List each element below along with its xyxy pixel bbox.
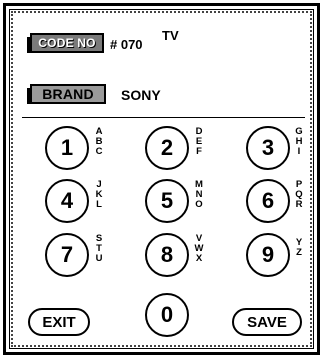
device-type: TV	[162, 28, 179, 43]
key-3-digit: 3	[261, 135, 275, 160]
key-0-digit: 0	[160, 302, 174, 327]
key-6[interactable]: 6	[246, 179, 290, 223]
code-number-value: # 070	[110, 37, 143, 52]
key-2-letters: DEF	[195, 126, 203, 157]
key-2[interactable]: 2	[145, 126, 189, 170]
key-9-digit: 9	[261, 242, 275, 267]
key-8-letters: VWX	[194, 233, 204, 264]
key-3[interactable]: 3	[246, 126, 290, 170]
key-2-digit: 2	[160, 135, 174, 160]
key-3-letters: GHI	[295, 126, 303, 157]
key-4-digit: 4	[60, 188, 74, 213]
exit-button[interactable]: EXIT	[28, 308, 90, 336]
key-9-letters: YZ	[295, 237, 303, 258]
key-7[interactable]: 7	[45, 233, 89, 277]
key-1-letters: ABC	[95, 126, 103, 157]
key-5[interactable]: 5	[145, 179, 189, 223]
save-button-label: SAVE	[247, 313, 287, 331]
key-6-letters: PQR	[295, 179, 303, 210]
code-number-label-text: CODE NO	[38, 36, 96, 50]
brand-value: SONY	[121, 87, 161, 103]
key-1[interactable]: 1	[45, 126, 89, 170]
brand-label-text: BRAND	[42, 86, 94, 102]
key-6-digit: 6	[261, 188, 275, 213]
key-5-digit: 5	[160, 188, 174, 213]
key-0[interactable]: 0	[145, 293, 189, 337]
key-1-digit: 1	[60, 135, 74, 160]
divider	[22, 117, 305, 118]
key-7-letters: STU	[95, 233, 103, 264]
key-8-digit: 8	[160, 242, 174, 267]
key-9[interactable]: 9	[246, 233, 290, 277]
key-7-digit: 7	[60, 242, 74, 267]
key-4[interactable]: 4	[45, 179, 89, 223]
save-button[interactable]: SAVE	[232, 308, 302, 336]
exit-button-label: EXIT	[42, 313, 76, 331]
key-8[interactable]: 8	[145, 233, 189, 277]
code-number-label: CODE NO	[27, 33, 104, 53]
key-4-letters: JKL	[95, 179, 103, 210]
key-5-letters: MNO	[195, 179, 203, 210]
brand-label: BRAND	[27, 84, 106, 104]
